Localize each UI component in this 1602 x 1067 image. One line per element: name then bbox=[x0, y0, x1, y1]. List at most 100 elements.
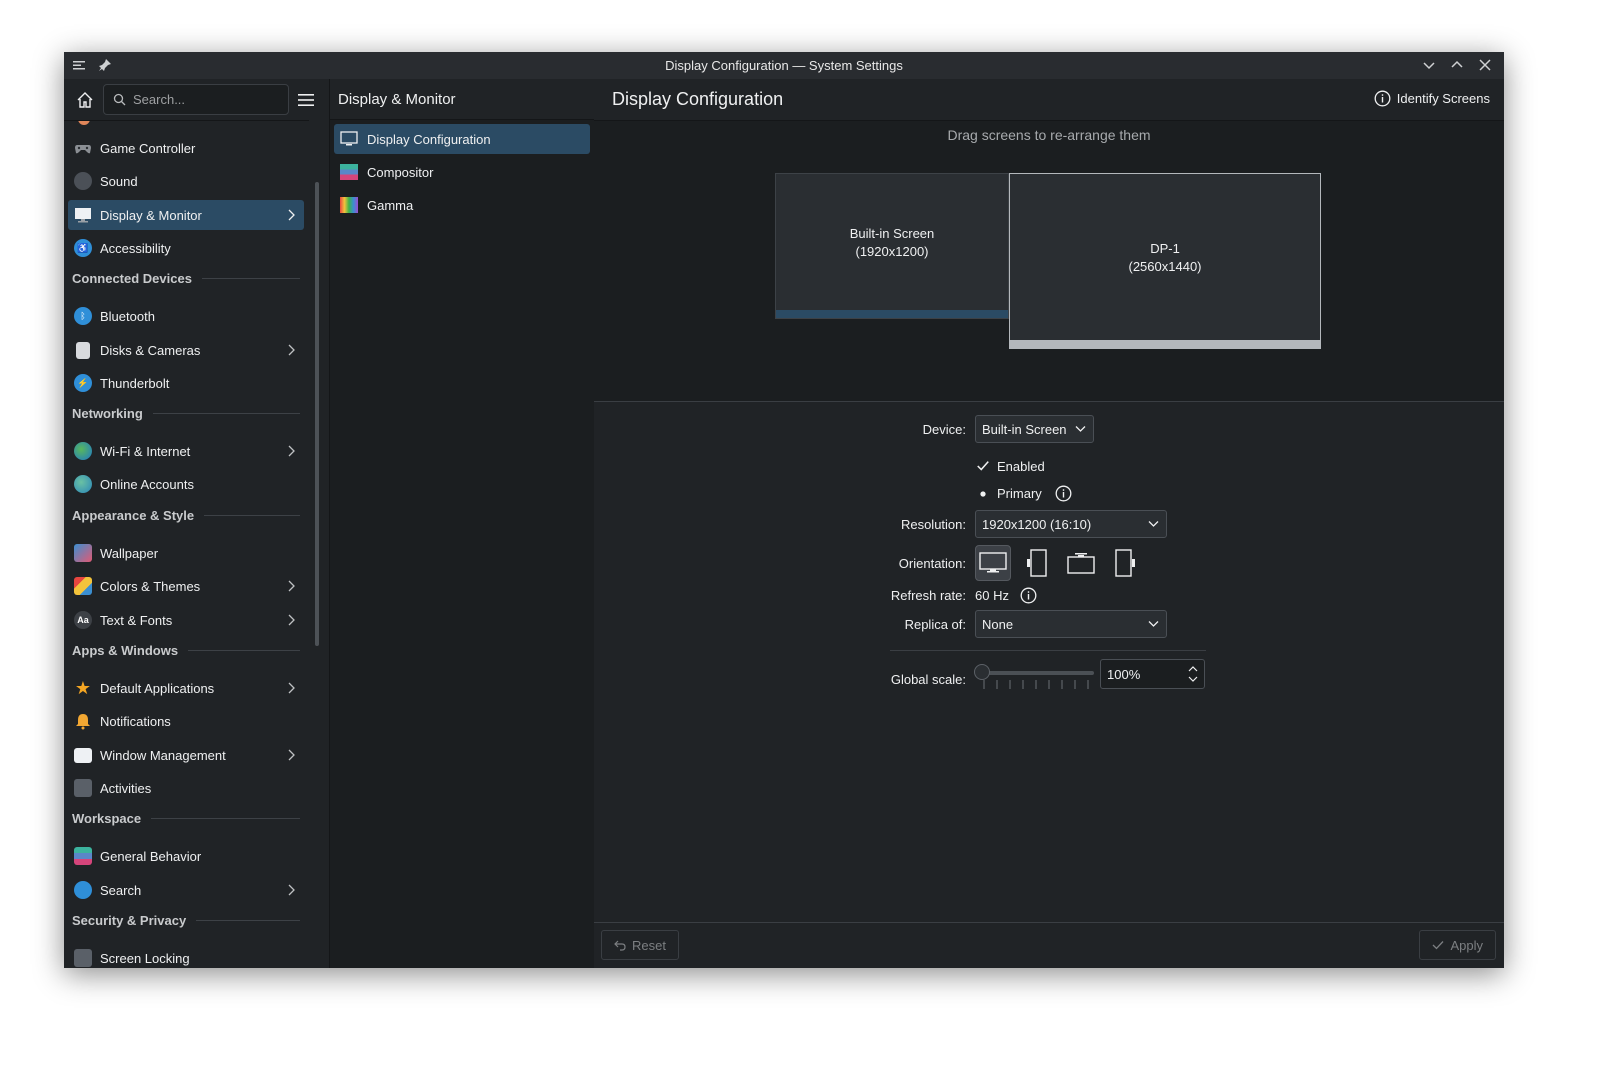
identify-screens-button[interactable]: Identify Screens bbox=[1374, 90, 1490, 107]
search-icon bbox=[113, 93, 126, 106]
sidebar-item-label: Accessibility bbox=[100, 240, 171, 256]
chevron-right-icon bbox=[288, 344, 295, 356]
subpanel-item-gamma[interactable]: Gamma bbox=[334, 190, 590, 220]
search-input[interactable] bbox=[131, 91, 285, 108]
sidebar-item-label: Wi-Fi & Internet bbox=[100, 443, 191, 459]
refresh-info-icon[interactable] bbox=[1020, 587, 1037, 604]
orientation-landscape-button[interactable] bbox=[975, 545, 1011, 581]
screen-builtin[interactable]: Built-in Screen (1920x1200) bbox=[775, 173, 1009, 319]
sidebar-item-activities[interactable]: Activities bbox=[68, 773, 304, 803]
minimize-icon[interactable] bbox=[1420, 56, 1438, 74]
checkmark-icon bbox=[975, 458, 991, 474]
resolution-select[interactable]: 1920x1200 (16:10) bbox=[975, 510, 1167, 538]
enabled-checkbox[interactable]: Enabled bbox=[975, 458, 1045, 474]
sidebar-item-wifi-internet[interactable]: Wi-Fi & Internet bbox=[68, 436, 304, 466]
scale-spinbox[interactable]: 100% bbox=[1100, 659, 1205, 689]
sidebar-item-window-management[interactable]: Window Management bbox=[68, 740, 304, 770]
undo-icon bbox=[614, 940, 626, 951]
subpanel-item-display-configuration[interactable]: Display Configuration bbox=[334, 124, 590, 154]
screen-dp1[interactable]: DP-1 (2560x1440) bbox=[1009, 173, 1321, 349]
bluetooth-icon: ᛒ bbox=[74, 307, 92, 325]
sidebar-item-thunderbolt[interactable]: ⚡ Thunderbolt bbox=[68, 368, 304, 398]
sidebar-item-label: Window Management bbox=[100, 747, 226, 763]
thunderbolt-icon: ⚡ bbox=[74, 374, 92, 392]
orientation-inverted-button[interactable] bbox=[1063, 545, 1099, 581]
sidebar-scrollbar[interactable] bbox=[315, 182, 319, 646]
orientation-portrait-left-button[interactable] bbox=[1019, 545, 1055, 581]
sidebar-item-notifications[interactable]: Notifications bbox=[68, 706, 304, 736]
portrait-left-icon bbox=[1027, 549, 1047, 577]
primary-info-icon[interactable] bbox=[1055, 485, 1072, 502]
main-header: Display Configuration Identify Screens bbox=[594, 79, 1504, 121]
speaker-icon bbox=[74, 172, 92, 190]
spin-arrows-icon[interactable] bbox=[1188, 665, 1198, 683]
sidebar-item-text-fonts[interactable]: Aa Text & Fonts bbox=[68, 605, 304, 635]
gamma-icon bbox=[340, 197, 358, 213]
orientation-label: Orientation: bbox=[898, 556, 966, 571]
section-header-workspace: Workspace bbox=[72, 808, 300, 828]
identify-screens-label: Identify Screens bbox=[1396, 91, 1490, 106]
sidebar-item-colors-themes[interactable]: Colors & Themes bbox=[68, 571, 304, 601]
sidebar-item-sound[interactable]: Sound bbox=[68, 166, 304, 196]
replica-value: None bbox=[982, 616, 1014, 632]
sidebar-item-online-accounts[interactable]: Online Accounts bbox=[68, 469, 304, 499]
maximize-icon[interactable] bbox=[1448, 56, 1466, 74]
checkmark-icon bbox=[1433, 941, 1444, 950]
partial-item-icon bbox=[78, 121, 90, 125]
sidebar-item-label: Bluetooth bbox=[100, 308, 155, 324]
scale-slider-track[interactable] bbox=[977, 671, 1094, 675]
sidebar-item-label: Notifications bbox=[100, 713, 171, 729]
display-settings-form: Device: Built-in Screen Enabled Primary … bbox=[594, 402, 1504, 922]
subpanel-item-compositor[interactable]: Compositor bbox=[334, 157, 590, 187]
search-field[interactable] bbox=[103, 84, 289, 115]
sidebar-item-search[interactable]: Search bbox=[68, 875, 304, 905]
orientation-portrait-right-button[interactable] bbox=[1107, 545, 1143, 581]
page-title: Display Configuration bbox=[612, 89, 784, 109]
chevron-right-icon bbox=[288, 614, 295, 626]
sidebar-item-label: Activities bbox=[100, 780, 152, 796]
footer-bar: Reset Apply bbox=[594, 922, 1504, 968]
display-config-icon bbox=[340, 131, 358, 147]
sidebar-item-screen-locking[interactable]: Screen Locking bbox=[68, 943, 304, 968]
refresh-rate-label: Refresh rate: bbox=[890, 588, 966, 603]
sidebar-item-label: Wallpaper bbox=[100, 545, 159, 561]
reset-button[interactable]: Reset bbox=[601, 930, 679, 960]
sidebar-item-wallpaper[interactable]: Wallpaper bbox=[68, 538, 304, 568]
screen-arrangement-area[interactable]: Drag screens to re-arrange them Built-in… bbox=[594, 121, 1504, 402]
screen-name: Built-in Screen bbox=[849, 226, 935, 241]
sidebar-item-display-monitor[interactable]: Display & Monitor bbox=[68, 200, 304, 230]
sidebar-item-default-applications[interactable]: ★ Default Applications bbox=[68, 673, 304, 703]
sidebar-item-game-controller[interactable]: Game Controller bbox=[68, 133, 304, 163]
section-header-connected-devices: Connected Devices bbox=[72, 268, 300, 288]
sidebar-item-accessibility[interactable]: ♿ Accessibility bbox=[68, 233, 304, 263]
online-accounts-icon bbox=[74, 475, 92, 493]
scale-value: 100% bbox=[1107, 666, 1141, 682]
scale-slider-ticks bbox=[983, 680, 1089, 689]
star-icon: ★ bbox=[74, 677, 92, 698]
primary-radio[interactable]: Primary bbox=[975, 485, 1072, 502]
close-icon[interactable] bbox=[1476, 56, 1494, 74]
refresh-rate-value: 60 Hz bbox=[975, 588, 1009, 603]
sidebar-header bbox=[64, 79, 314, 121]
radio-dot-icon bbox=[975, 486, 991, 502]
wallpaper-icon bbox=[74, 544, 92, 562]
primary-label: Primary bbox=[997, 486, 1042, 501]
hamburger-menu-icon[interactable] bbox=[297, 91, 315, 109]
device-select[interactable]: Built-in Screen bbox=[975, 415, 1094, 443]
gamepad-icon bbox=[74, 139, 92, 157]
sidebar-item-bluetooth[interactable]: ᛒ Bluetooth bbox=[68, 301, 304, 331]
home-icon[interactable] bbox=[74, 89, 96, 111]
globe-icon bbox=[74, 442, 92, 460]
fonts-icon: Aa bbox=[74, 611, 92, 629]
screen-bar bbox=[776, 310, 1008, 318]
sidebar-item-general-behavior[interactable]: General Behavior bbox=[68, 841, 304, 871]
sidebar-item-disks-cameras[interactable]: Disks & Cameras bbox=[68, 335, 304, 365]
section-header-security-privacy: Security & Privacy bbox=[72, 910, 300, 930]
arrange-hint: Drag screens to re-arrange them bbox=[947, 127, 1151, 143]
replica-select[interactable]: None bbox=[975, 610, 1167, 638]
scale-slider-handle[interactable] bbox=[974, 664, 990, 680]
title-bar: Display Configuration — System Settings bbox=[64, 52, 1504, 79]
window-title: Display Configuration — System Settings bbox=[665, 58, 903, 73]
apply-button[interactable]: Apply bbox=[1419, 930, 1496, 960]
section-header-networking: Networking bbox=[72, 403, 300, 423]
